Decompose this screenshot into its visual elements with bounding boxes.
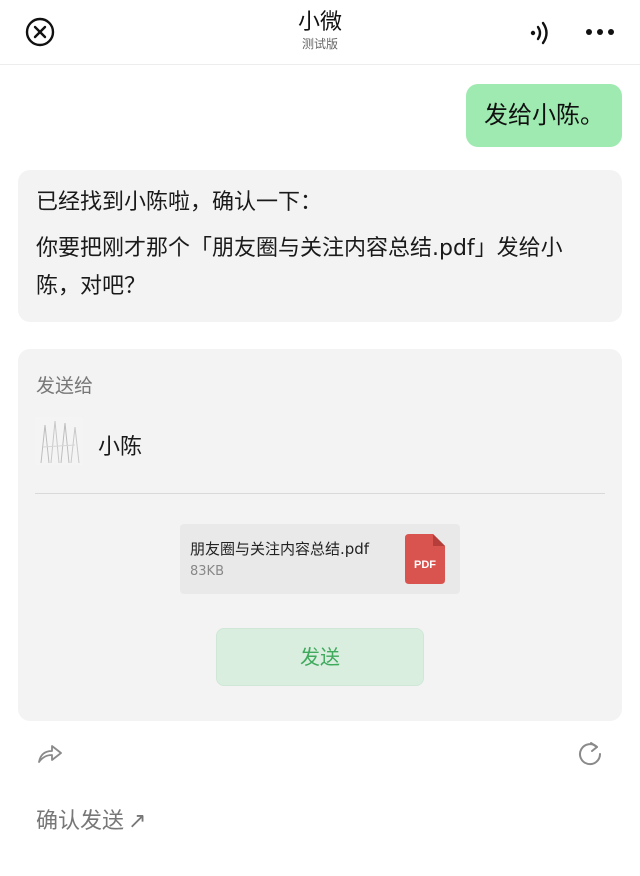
avatar [35, 417, 83, 465]
divider [35, 493, 605, 494]
voice-button[interactable] [524, 17, 556, 49]
refresh-icon [579, 742, 602, 766]
top-bar: 小微 测试版 [0, 0, 640, 65]
arrow-up-right-icon: ↗ [128, 809, 147, 834]
confirm-send-label: 确认发送 [36, 809, 125, 834]
share-button[interactable] [36, 740, 64, 768]
more-dots-icon [586, 29, 614, 35]
pdf-file-icon: PDF [405, 534, 445, 584]
regenerate-button[interactable] [576, 740, 604, 768]
file-name: 朋友圈与关注内容总结.pdf [190, 540, 370, 558]
send-button[interactable]: 发送 [216, 628, 424, 686]
sound-wave-icon [530, 21, 548, 45]
send-to-label: 发送给 [36, 375, 94, 397]
file-size: 83KB [190, 564, 224, 579]
user-message-bubble: 发给小陈。 [466, 84, 622, 147]
assistant-message-bubble: 已经找到小陈啦，确认一下： 你要把刚才那个「朋友圈与关注内容总结.pdf」发给小… [18, 170, 622, 322]
more-button[interactable] [584, 20, 616, 44]
contact-avatar-image [35, 417, 83, 465]
share-arrow-icon [38, 745, 62, 763]
file-attachment[interactable]: 朋友圈与关注内容总结.pdf 83KB PDF [180, 524, 460, 594]
send-file-card: 发送给 小陈 朋友圈与关注内容总结.pdf 83KB PDF 发送 [18, 349, 622, 721]
assistant-message-line: 已经找到小陈啦，确认一下： [36, 190, 323, 215]
confirm-send-suggestion[interactable]: 确认发送 ↗ [36, 803, 146, 835]
pdf-badge-text: PDF [414, 559, 436, 571]
assistant-message-line: 你要把刚才那个「朋友圈与关注内容总结.pdf」发给小陈，对吧？ [36, 236, 563, 299]
contact-name: 小陈 [98, 435, 143, 460]
